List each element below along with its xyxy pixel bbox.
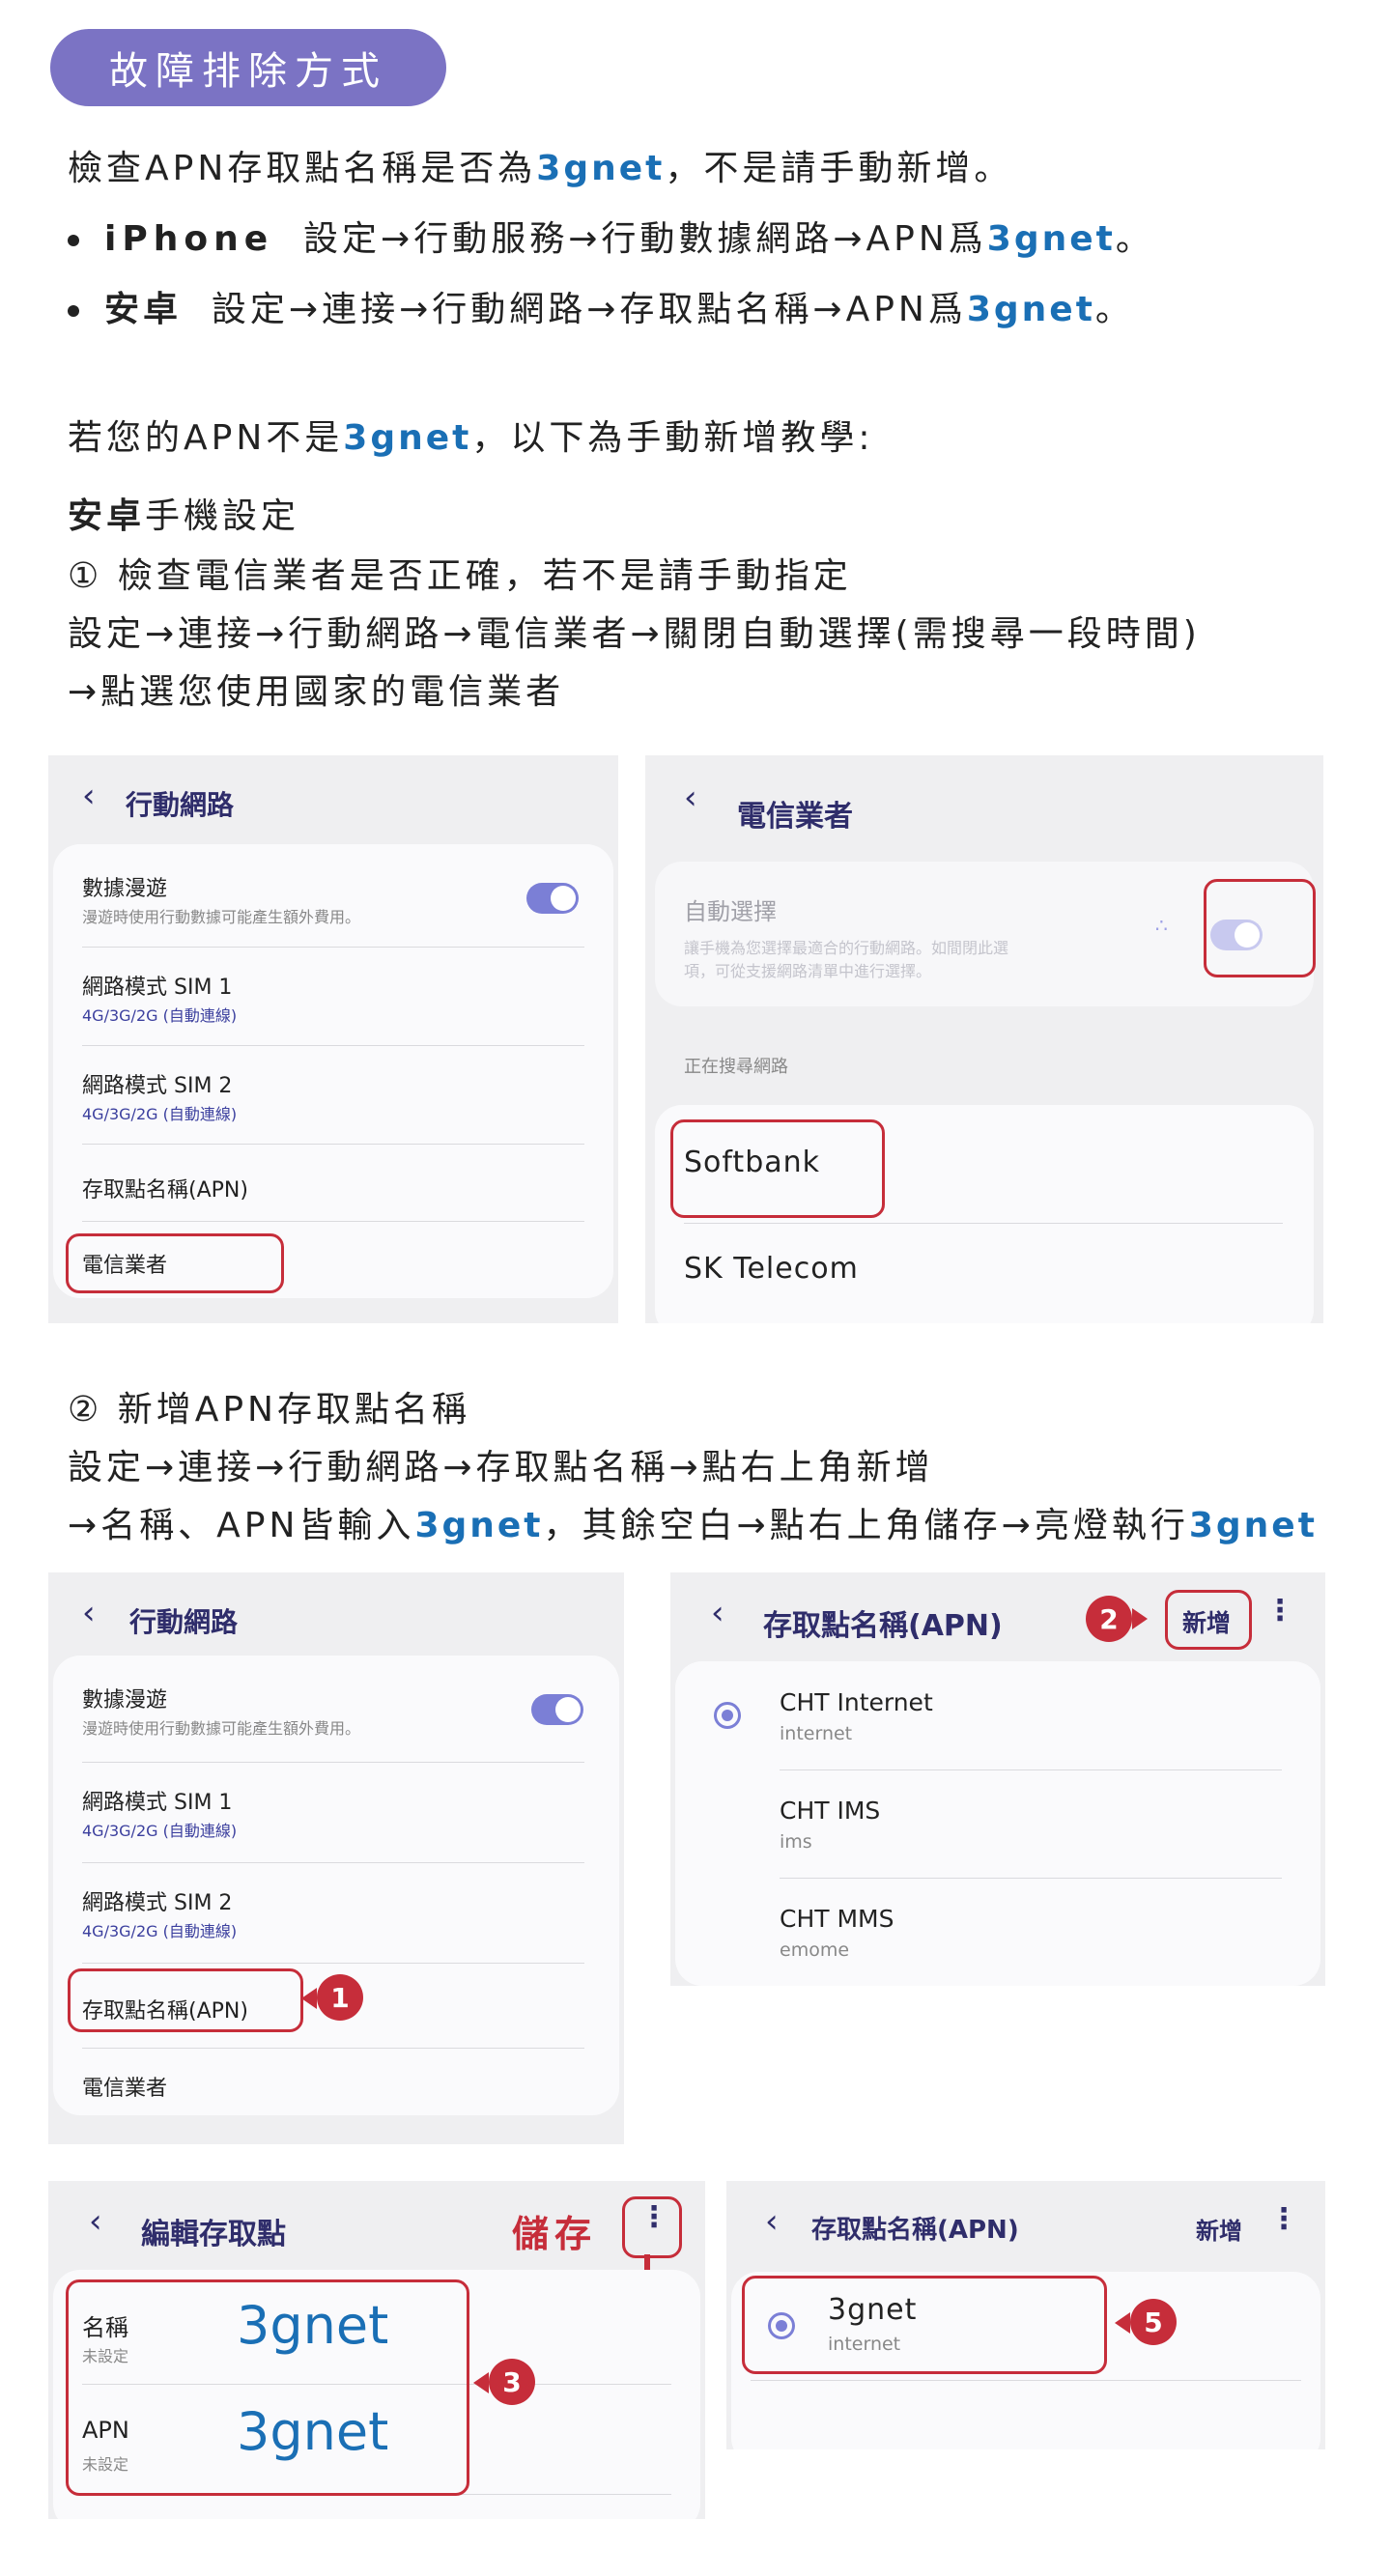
step-badge-5: 5 xyxy=(1130,2299,1177,2345)
loading-spinner-icon: ∴ xyxy=(1155,914,1168,937)
auto-select-sub2: 項，可從支援網路清單中進行選擇。 xyxy=(684,962,932,980)
back-icon[interactable]: ‹ xyxy=(82,1594,96,1632)
save-label[interactable]: 儲存 xyxy=(512,2204,597,2257)
sim2-title[interactable]: 網路模式 SIM 2 xyxy=(82,1068,232,1099)
screen-title: 存取點名稱(APN) xyxy=(811,2216,1019,2245)
apn-item-name[interactable]: CHT MMS xyxy=(780,1905,894,1933)
roaming-title: 數據漫遊 xyxy=(82,1688,168,1713)
carrier-item[interactable]: 電信業者 xyxy=(82,2071,167,2102)
highlight-name-apn xyxy=(66,2279,469,2496)
more-options-icon[interactable]: ⋮ xyxy=(1269,2202,1298,2236)
sim2-sub: 4G/3G/2G (自動連線) xyxy=(82,1105,238,1123)
apn-item-apn: internet xyxy=(780,1723,853,1744)
screen-title: 行動網路 xyxy=(126,789,235,821)
mobile-network-screen: ‹ 行動網路 數據漫遊 漫遊時使用行動數據可能產生額外費用。 網路模式 SIM … xyxy=(48,755,618,1323)
screen-title: 電信業者 xyxy=(737,800,853,834)
searching-label: 正在搜尋網路 xyxy=(684,1057,788,1077)
section-header: 故障排除方式 xyxy=(50,29,446,106)
bullet-icon xyxy=(68,235,79,246)
highlight-softbank xyxy=(670,1119,885,1218)
highlight-carrier xyxy=(66,1233,284,1293)
auto-select-sub1: 讓手機為您選擇最適合的行動網路。如間閉此選 xyxy=(684,939,1009,957)
roaming-sub: 漫遊時使用行動數據可能產生額外費用。 xyxy=(82,908,361,926)
sim2-title[interactable]: 網路模式 SIM 2 xyxy=(82,1885,232,1916)
back-icon[interactable]: ‹ xyxy=(765,2202,779,2241)
apn-list-card: CHT Internet internet CHT IMS ims CHT MM… xyxy=(675,1661,1320,1986)
android-settings-heading: 安卓手機設定 xyxy=(68,496,300,536)
step1-title: ① 檢查電信業者是否正確，若不是請手動指定 xyxy=(68,556,852,596)
back-icon[interactable]: ‹ xyxy=(711,1594,724,1632)
roaming-toggle[interactable] xyxy=(526,883,579,914)
highlight-apn xyxy=(68,1968,303,2032)
edit-apn-screen: ‹ 編輯存取點 儲存 ⋮ 4 名稱 未設定 3gnet APN 未設定 3gne… xyxy=(48,2181,705,2519)
more-options-icon[interactable]: ⋮ xyxy=(1265,1594,1294,1628)
roaming-sub: 漫遊時使用行動數據可能產生額外費用。 xyxy=(82,1719,361,1738)
step1-path-line1: 設定→連接→行動網路→電信業者→關閉自動選擇(需搜尋一段時間) xyxy=(68,614,1201,654)
screen-title: 存取點名稱(APN) xyxy=(763,1609,1003,1643)
apn-item-apn: emome xyxy=(780,1939,850,1961)
check-apn-line: 檢查APN存取點名稱是否為3gnet，不是請手動新增。 xyxy=(68,149,1013,188)
sim1-title[interactable]: 網路模式 SIM 1 xyxy=(82,1785,232,1816)
operator-sk-telecom[interactable]: SK Telecom xyxy=(684,1252,859,1286)
android-instruction: 安卓 設定→連接→行動網路→存取點名稱→APN爲3gnet。 xyxy=(68,281,1134,331)
auto-select-title: 自動選擇 xyxy=(684,898,777,925)
step-badge-2: 2 xyxy=(1086,1596,1132,1642)
sim1-title[interactable]: 網路模式 SIM 1 xyxy=(82,970,232,1001)
step-badge-1: 1 xyxy=(317,1974,363,2021)
step-badge-3: 3 xyxy=(489,2359,535,2405)
highlight-3gnet xyxy=(742,2276,1107,2374)
roaming-title: 數據漫遊 xyxy=(82,877,168,901)
apn-list-screen: ‹ 存取點名稱(APN) 2 新增 ⋮ CHT Internet interne… xyxy=(670,1572,1325,1986)
step2-title: ② 新增APN存取點名稱 xyxy=(68,1390,470,1430)
add-button[interactable]: 新增 xyxy=(1196,2212,1242,2246)
back-icon[interactable]: ‹ xyxy=(89,2202,102,2241)
arrow-icon xyxy=(1132,1608,1148,1629)
step2-path-line1: 設定→連接→行動網路→存取點名稱→點右上角新增 xyxy=(68,1448,934,1487)
settings-card: 數據漫遊 漫遊時使用行動數據可能產生額外費用。 網路模式 SIM 1 4G/3G… xyxy=(53,1656,619,2115)
arrow-icon xyxy=(301,1988,317,2009)
back-icon[interactable]: ‹ xyxy=(684,778,697,817)
iphone-instruction: iPhone 設定→行動服務→行動數據網路→APN爲3gnet。 xyxy=(68,211,1154,261)
apn-item-apn: ims xyxy=(780,1831,812,1853)
more-options-icon[interactable]: ⋮ xyxy=(639,2200,668,2234)
highlight-auto-toggle xyxy=(1204,879,1316,977)
apn-radio-selected[interactable] xyxy=(714,1702,741,1729)
step2-path-line2: →名稱、APN皆輸入3gnet，其餘空白→點右上角儲存→亮燈執行3gnet xyxy=(68,1506,1318,1545)
apn-item-name[interactable]: CHT IMS xyxy=(780,1797,880,1825)
roaming-toggle[interactable] xyxy=(531,1694,583,1725)
arrow-icon xyxy=(473,2372,489,2393)
sim1-sub: 4G/3G/2G (自動連線) xyxy=(82,1822,238,1840)
arrow-icon xyxy=(1115,2312,1130,2334)
apn-result-screen: ‹ 存取點名稱(APN) 新增 ⋮ 3gnet internet 5 xyxy=(726,2181,1325,2449)
sim2-sub: 4G/3G/2G (自動連線) xyxy=(82,1922,238,1940)
mobile-network-screen-2: ‹ 行動網路 數據漫遊 漫遊時使用行動數據可能產生額外費用。 網路模式 SIM … xyxy=(48,1572,624,2144)
bullet-icon xyxy=(68,305,79,317)
apn-item[interactable]: 存取點名稱(APN) xyxy=(82,1173,248,1203)
manual-add-intro: 若您的APN不是3gnet，以下為手動新增教學: xyxy=(68,418,874,458)
highlight-add xyxy=(1165,1590,1252,1650)
screen-title: 編輯存取點 xyxy=(141,2218,286,2251)
sim1-sub: 4G/3G/2G (自動連線) xyxy=(82,1006,238,1025)
back-icon[interactable]: ‹ xyxy=(82,777,96,815)
screen-title: 行動網路 xyxy=(129,1606,239,1638)
settings-card: 數據漫遊 漫遊時使用行動數據可能產生額外費用。 網路模式 SIM 1 4G/3G… xyxy=(53,844,613,1298)
apn-item-name[interactable]: CHT Internet xyxy=(780,1688,933,1716)
carrier-screen: ‹ 電信業者 自動選擇 讓手機為您選擇最適合的行動網路。如間閉此選 項，可從支援… xyxy=(645,755,1323,1323)
step1-path-line2: →點選您使用國家的電信業者 xyxy=(68,672,565,712)
